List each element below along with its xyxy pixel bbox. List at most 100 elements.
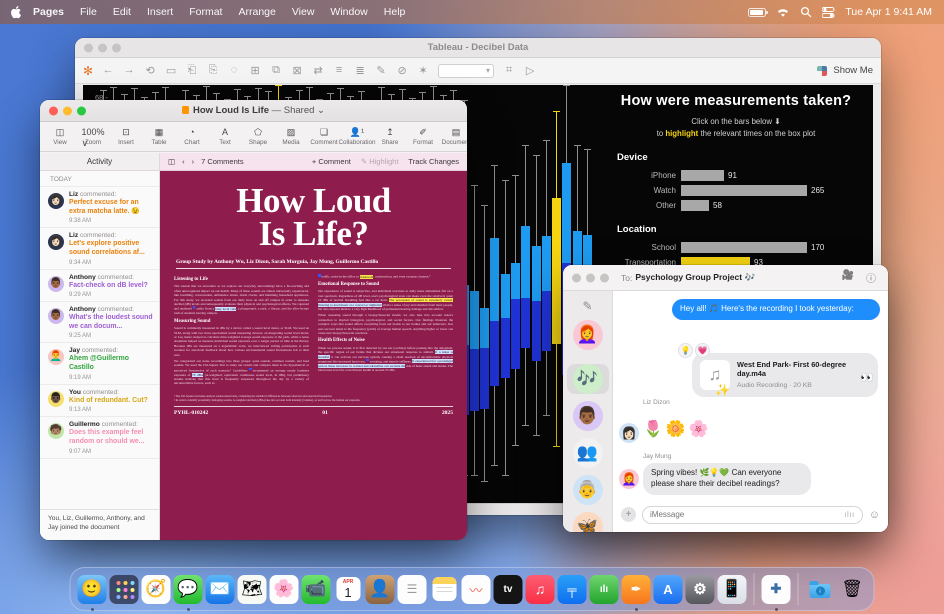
add-attachment-button[interactable]: + [621, 507, 636, 522]
conversation-item-selected[interactable]: 🎶 [567, 364, 609, 394]
dock-safari-icon[interactable]: 🧭 [142, 575, 171, 604]
pages-traffic-lights[interactable] [49, 106, 86, 115]
wifi-icon[interactable] [776, 7, 790, 18]
menu-window[interactable]: Window [330, 6, 367, 18]
add-comment-button[interactable]: + Comment [312, 157, 351, 166]
bar-watch[interactable] [681, 185, 807, 196]
info-icon[interactable]: ⓘ [866, 270, 876, 285]
control-center-icon[interactable] [822, 7, 835, 18]
menu-file[interactable]: File [80, 6, 97, 18]
toolbar-duplicate-icon[interactable]: ⧉ [270, 64, 282, 77]
pages-toolbar-comment[interactable]: ❏Comment [314, 127, 334, 146]
comment-item[interactable]: 👩🏻Liz commented:Perfect excuse for an ex… [40, 187, 159, 228]
tapback-heart[interactable]: 💗 [695, 343, 710, 358]
pages-title-bar[interactable]: How Loud Is Life — Shared ⌄ [40, 100, 467, 122]
toolbar-forward-icon[interactable]: → [123, 64, 135, 77]
menu-arrange[interactable]: Arrange [238, 6, 275, 18]
pages-toolbar-view[interactable]: ◫View [50, 127, 70, 146]
toolbar-presentation-mode-icon[interactable]: ▷ [524, 64, 536, 77]
dock-tableau-icon[interactable]: ✚ [762, 575, 791, 604]
document-page[interactable]: How LoudIs Life? Group Study by Anthony … [160, 171, 467, 540]
pages-toolbar-table[interactable]: ▦Table [149, 127, 169, 146]
toolbar-sort-ascending-icon[interactable]: ≡ [333, 64, 345, 77]
toolbar-undo-icon[interactable]: ⟲ [144, 64, 156, 77]
toolbar-back-icon[interactable]: ← [102, 64, 114, 77]
menu-edit[interactable]: Edit [113, 6, 131, 18]
dock-mail-icon[interactable]: ✉️ [206, 575, 235, 604]
dock-numbers-icon[interactable]: ılı [590, 575, 619, 604]
comment-item[interactable]: 👨‍🦰Jay commented:Ahem @Guillermo Castill… [40, 343, 159, 384]
conversation-item[interactable]: 👵 [567, 475, 609, 505]
toolbar-labels-icon[interactable]: ✶ [417, 64, 429, 77]
messages-traffic-lights[interactable] [572, 273, 609, 282]
toolbar-highlight-icon[interactable]: ✎ [375, 64, 387, 77]
tab-activity[interactable]: Activity [40, 153, 160, 171]
dock-iphone-mirroring-icon[interactable]: 📱 [718, 575, 747, 604]
comment-item[interactable]: 👩🏻Liz commented:Let's explore positive s… [40, 228, 159, 269]
dock-downloads-icon[interactable]: ↓ [806, 575, 835, 604]
comment-item[interactable]: 🧒🏽Guillermo commented:Does this example … [40, 417, 159, 458]
dock-trash-icon[interactable]: 🗑 [838, 575, 867, 604]
menu-pages[interactable]: Pages [33, 6, 64, 18]
chat-area[interactable]: Hey all! 🎵 Here's the recording I took y… [613, 291, 888, 532]
next-comment-button[interactable]: › [192, 157, 195, 166]
pages-toolbar-insert[interactable]: ⊡Insert [116, 127, 136, 146]
panel-bar-row[interactable]: Watch265 [595, 184, 873, 196]
prev-comment-button[interactable]: ‹ [182, 157, 185, 166]
dock-settings-icon[interactable]: ⚙ [686, 575, 715, 604]
menu-bar-clock[interactable]: Tue Apr 1 9:41 AM [845, 6, 932, 18]
menu-help[interactable]: Help [384, 6, 406, 18]
toolbar-swap-rows-columns-icon[interactable]: ⇄ [312, 64, 324, 77]
toolbar-run-updates-icon[interactable]: ◌ [228, 64, 240, 77]
pages-toolbar-document[interactable]: ▤Document [446, 127, 466, 146]
battery-icon[interactable] [748, 8, 766, 17]
comment-item[interactable]: 👨🏿You commented:Kind of redundant. Cut?9… [40, 385, 159, 418]
toolbar-pause-updates-icon[interactable]: ⎘ [207, 64, 219, 77]
panel-toggle-icon[interactable]: ◫ [168, 157, 175, 166]
messages-window[interactable]: To: Psychology Group Project 🎶 🎥 ⓘ ✎ 👩‍🦰 🎶… [563, 265, 888, 532]
dock-finder-icon[interactable]: 🙂 [78, 575, 107, 604]
dock-messages-icon[interactable]: 💬 [174, 575, 203, 604]
dock-facetime-icon[interactable]: 📹 [302, 575, 331, 604]
dock-calendar-icon[interactable]: APR1 [334, 575, 363, 604]
dock-keynote-icon[interactable]: ╤ [558, 575, 587, 604]
dock-reminders-icon[interactable]: ☰ [398, 575, 427, 604]
toolbar-new-worksheet-icon[interactable]: ⊞ [249, 64, 261, 77]
pages-toolbar-share[interactable]: ↥Share [380, 127, 400, 146]
emoji-picker-icon[interactable]: ☺ [869, 509, 880, 521]
dock-contacts-icon[interactable]: 👤 [366, 575, 395, 604]
tapback-bulb[interactable]: 💡 [678, 343, 693, 358]
fit-dropdown[interactable]: ▾ [438, 64, 494, 78]
dock-pages-icon[interactable]: ✒ [622, 575, 651, 604]
bar-other[interactable] [681, 200, 709, 211]
pages-toolbar-format[interactable]: ✐Format [413, 127, 433, 146]
pages-toolbar-media[interactable]: ▨Media [281, 127, 301, 146]
dock-launchpad-icon[interactable] [110, 575, 139, 604]
messages-title-bar[interactable]: To: Psychology Group Project 🎶 🎥 ⓘ [563, 265, 888, 291]
message-field[interactable]: ılıı [642, 506, 863, 524]
pages-window[interactable]: How Loud Is Life — Shared ⌄ ◫View100% ∨Z… [40, 100, 467, 540]
video-call-icon[interactable]: 🎥 [842, 270, 854, 285]
received-message-bubble[interactable]: Spring vibes! 🌿💡💚 Can everyone please sh… [643, 463, 811, 495]
track-changes-button[interactable]: Track Changes [408, 157, 459, 166]
jay-avatar[interactable]: 👩‍🦰 [619, 469, 639, 489]
apple-logo-icon[interactable] [10, 5, 23, 19]
dock-freeform-icon[interactable]: 〰 [462, 575, 491, 604]
dock-photos-icon[interactable]: 🌸 [270, 575, 299, 604]
flower-emoji-message[interactable]: 🌷🌼🌸 [643, 419, 712, 439]
tableau-title-bar[interactable]: Tableau - Decibel Data [75, 38, 881, 58]
menu-insert[interactable]: Insert [147, 6, 173, 18]
toolbar-new-data-source-icon[interactable]: ⎗ [186, 64, 198, 77]
compose-icon[interactable]: ✎ [582, 299, 592, 313]
toolbar-sort-descending-icon[interactable]: ≣ [354, 64, 366, 77]
shared-menu[interactable]: — Shared ⌄ [272, 105, 325, 116]
pages-toolbar-text[interactable]: AText [215, 127, 235, 146]
toolbar-fix-axes-icon[interactable]: ⌗ [503, 64, 515, 77]
audio-record-icon[interactable]: ılıı [844, 510, 854, 519]
comment-item[interactable]: 👨🏾Anthony commented:What's the loudest s… [40, 302, 159, 343]
search-icon[interactable] [800, 6, 812, 18]
dock-tv-icon[interactable]: tv [494, 575, 523, 604]
dock-notes-icon[interactable] [430, 575, 459, 604]
toolbar-clear-icon[interactable]: ⊠ [291, 64, 303, 77]
bar-school[interactable] [681, 242, 807, 253]
